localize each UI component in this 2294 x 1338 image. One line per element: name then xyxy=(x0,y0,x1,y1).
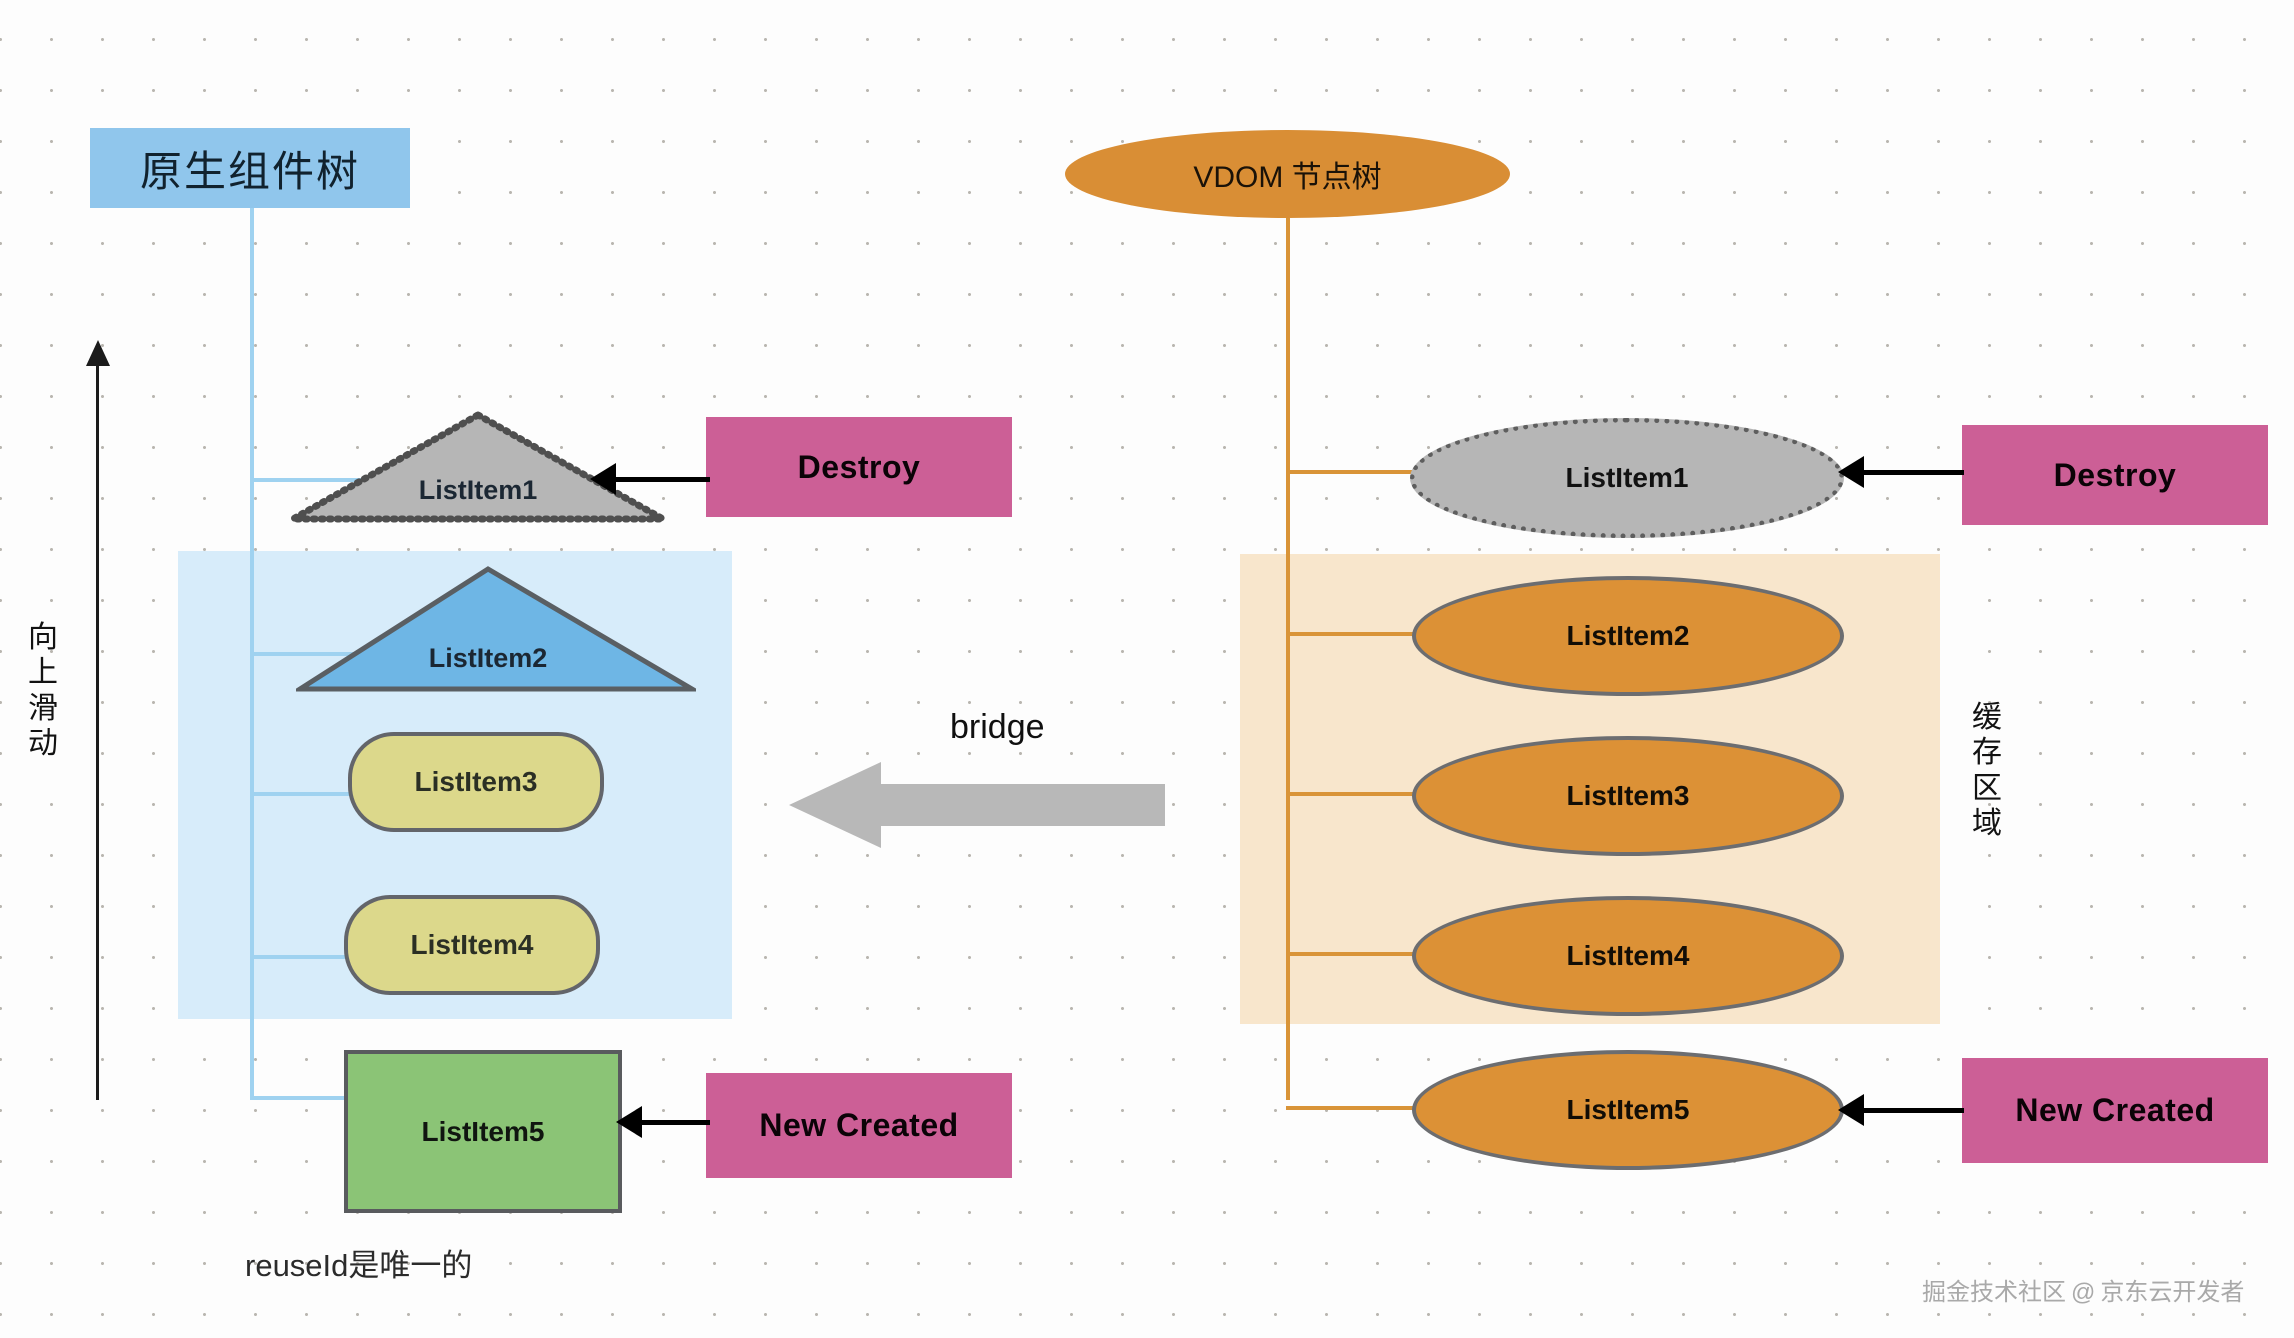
left-node-listitem5-label: ListItem5 xyxy=(421,1115,545,1147)
destroy-arrow-right-head xyxy=(1838,456,1864,488)
right-tree-branch-5 xyxy=(1286,1106,1416,1110)
new-created-badge-right[interactable]: New Created xyxy=(1962,1058,2268,1163)
new-created-arrow-left-line xyxy=(640,1120,710,1125)
cache-area-char-3: 区 xyxy=(1972,771,2002,805)
left-node-listitem2[interactable]: ListItem2 xyxy=(291,565,702,693)
left-node-listitem5[interactable]: ListItem5 xyxy=(344,1050,622,1213)
right-node-listitem4[interactable]: ListItem4 xyxy=(1412,896,1844,1016)
scroll-up-char-1: 向 xyxy=(28,621,58,654)
new-created-arrow-left-head xyxy=(616,1106,642,1138)
bridge-label: bridge xyxy=(950,708,1045,746)
right-tree-branch-3 xyxy=(1286,792,1416,796)
right-node-listitem2-label: ListItem2 xyxy=(1566,620,1690,651)
right-node-listitem1-label: ListItem1 xyxy=(1565,462,1689,493)
bridge-arrow xyxy=(785,760,1165,855)
watermark-author: 京东云开发者 xyxy=(2100,1279,2245,1306)
cache-area-char-4: 域 xyxy=(1972,807,2002,841)
native-component-tree-title: 原生组件树 xyxy=(90,128,410,208)
cache-area-label: 缓 存 区 域 xyxy=(1968,700,2006,842)
new-created-badge-left-label: New Created xyxy=(759,1107,959,1143)
scroll-up-label: 向 上 滑 动 xyxy=(24,620,62,762)
watermark: 掘金技术社区 @ 京东云开发者 xyxy=(1922,1272,2244,1307)
scroll-up-char-3: 滑 xyxy=(28,691,58,725)
right-node-listitem4-label: ListItem4 xyxy=(1566,940,1690,971)
native-component-tree-title-label: 原生组件树 xyxy=(139,147,360,195)
bridge-arrow-shape xyxy=(789,762,1165,848)
destroy-arrow-left-head xyxy=(590,463,616,495)
scroll-up-arrow-line xyxy=(96,360,99,1100)
cache-area-char-1: 缓 xyxy=(1972,701,2002,734)
watermark-community: 掘金技术社区 xyxy=(1922,1279,2066,1306)
right-tree-branch-1 xyxy=(1286,470,1416,474)
footnote: reuseId是唯一的 xyxy=(245,1248,473,1283)
vdom-node-tree-title-label: VDOM 节点树 xyxy=(1193,161,1382,194)
left-node-listitem4[interactable]: ListItem4 xyxy=(344,895,600,995)
right-tree-trunk-line xyxy=(1286,218,1290,1100)
listitem2-triangle-shape xyxy=(291,566,702,692)
destroy-badge-left-label: Destroy xyxy=(797,448,921,485)
destroy-arrow-left-line xyxy=(614,477,710,482)
destroy-badge-right-label: Destroy xyxy=(2053,456,2177,493)
new-created-arrow-right-head xyxy=(1838,1094,1864,1126)
scroll-up-char-4: 动 xyxy=(28,727,58,761)
right-node-listitem2[interactable]: ListItem2 xyxy=(1412,576,1844,696)
destroy-badge-right[interactable]: Destroy xyxy=(1962,425,2268,525)
left-node-listitem4-label: ListItem4 xyxy=(410,929,534,960)
left-node-listitem3-label: ListItem3 xyxy=(414,766,538,797)
new-created-badge-left[interactable]: New Created xyxy=(706,1073,1012,1178)
scroll-up-arrow-head xyxy=(86,340,110,366)
right-node-listitem5[interactable]: ListItem5 xyxy=(1412,1050,1844,1170)
destroy-arrow-right-line xyxy=(1862,470,1964,475)
vdom-node-tree-title: VDOM 节点树 xyxy=(1065,130,1510,218)
watermark-at-symbol: @ xyxy=(2071,1279,2096,1306)
cache-area-char-2: 存 xyxy=(1972,736,2002,770)
new-created-arrow-right-line xyxy=(1862,1108,1964,1113)
diagram-canvas: 原生组件树 ListItem1 ListItem2 ListItem3 List… xyxy=(0,0,2294,1338)
left-node-listitem3[interactable]: ListItem3 xyxy=(348,732,604,832)
right-node-listitem5-label: ListItem5 xyxy=(1566,1094,1690,1125)
new-created-badge-right-label: New Created xyxy=(2015,1092,2215,1128)
right-node-listitem3[interactable]: ListItem3 xyxy=(1412,736,1844,856)
right-node-listitem3-label: ListItem3 xyxy=(1566,780,1690,811)
right-node-listitem1[interactable]: ListItem1 xyxy=(1410,418,1844,538)
destroy-badge-left[interactable]: Destroy xyxy=(706,417,1012,517)
scroll-up-char-2: 上 xyxy=(28,656,58,690)
right-tree-branch-4 xyxy=(1286,952,1416,956)
right-tree-branch-2 xyxy=(1286,632,1416,636)
